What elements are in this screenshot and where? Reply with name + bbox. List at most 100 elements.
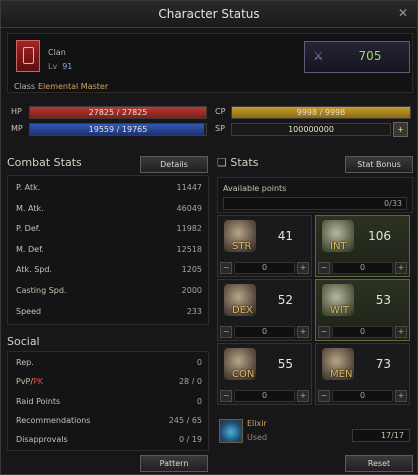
available-points-label: Available points [223,184,287,193]
combat-stat-value: 233 [186,306,202,316]
stat-extra-value: 0 [332,390,393,402]
social-label: PvP/PK [16,377,44,387]
combat-stat-label: Casting Spd. [16,286,67,295]
cp-label: CP [215,107,226,116]
social-label: Recommendations [16,415,91,425]
pattern-button[interactable]: Pattern [140,455,208,472]
stat-card-str: STR 41 −0 + [217,215,312,277]
stat-extra-value: 0 [234,326,295,338]
stat-increase-button[interactable]: + [297,326,309,338]
stat-decrease-button[interactable]: − [220,262,232,274]
elixir-count: 17/17 [380,431,404,440]
combat-stat-row: Speed 233 [8,302,208,322]
hp-label: HP [11,107,22,116]
stat-increase-button[interactable]: + [395,390,407,402]
stat-decrease-button[interactable]: − [318,326,330,338]
stat-card-wit: WIT 53 −0 + [315,279,410,341]
elixir-name: Elixir [247,419,267,428]
stat-extra-value: 0 [234,262,295,274]
details-button[interactable]: Details [140,156,208,173]
combat-stat-value: 12518 [176,244,202,254]
social-row: Raid Points 0 [8,392,208,412]
stat-increase-button[interactable]: + [395,326,407,338]
available-points-value: 0/33 [384,199,402,208]
social-title: Social [7,335,40,348]
level-value: 91 [62,62,73,71]
sp-bar: 100000000 [231,123,391,136]
sp-add-button[interactable]: + [393,122,408,137]
stat-card-con: CON 55 −0 + [217,343,312,405]
title-bar[interactable]: Character Status ✕ [1,1,417,28]
social-label: Rep. [16,358,34,367]
stat-extra-value: 0 [332,326,393,338]
social-value: 245 / 65 [168,415,202,425]
close-icon[interactable]: ✕ [398,6,408,20]
combat-stat-row: P. Def. 11982 [8,219,208,239]
stat-value: 73 [375,357,391,371]
stat-name: CON [232,369,255,380]
stat-bonus-button[interactable]: Stat Bonus [345,156,413,173]
stat-card-men: MEN 73 −0 + [315,343,410,405]
sp-text: 100000000 [288,125,334,134]
combat-stat-row: P. Atk. 11447 [8,178,208,198]
class-value: Elemental Master [38,82,109,91]
social-value: 0 / 19 [178,435,202,445]
social-value: 0 [196,396,202,406]
stat-controls: −0 + [318,326,407,338]
stat-value: 41 [277,229,293,243]
stat-decrease-button[interactable]: − [318,390,330,402]
stat-decrease-button[interactable]: − [220,326,232,338]
stat-card-int: INT 106 −0 + [315,215,410,277]
combat-stat-value: 11982 [176,224,202,234]
stat-name: INT [330,241,347,252]
stat-increase-button[interactable]: + [297,390,309,402]
social-value: 0 [196,358,202,367]
stat-value: 52 [277,293,293,307]
stat-name: STR [232,241,252,252]
combat-stat-value: 11447 [176,183,202,192]
social-label: Disapprovals [16,435,68,445]
stat-extra-value: 0 [234,390,295,402]
sp-label: SP [215,124,225,133]
stat-name: WIT [330,305,349,316]
stat-extra-value: 0 [332,262,393,274]
stat-increase-button[interactable]: + [395,262,407,274]
sword-emblem-icon: ⚔ [313,49,324,63]
stat-decrease-button[interactable]: − [220,390,232,402]
combat-power-value: 705 [358,49,382,63]
combat-stat-row: M. Atk. 46049 [8,199,208,219]
mp-bar: 19559 / 19765 [29,123,207,136]
social-label: Raid Points [16,396,61,406]
stats-title-text: Stats [230,156,259,169]
stat-controls: −0 + [220,326,309,338]
potion-icon [219,419,243,443]
combat-stat-label: P. Def. [16,224,41,234]
stat-value: 106 [368,229,391,243]
stat-controls: −0 + [318,262,407,274]
stat-controls: −0 + [318,390,407,402]
hp-bar: 27825 / 27825 [29,106,207,119]
stat-value: 55 [277,357,293,371]
reset-button[interactable]: Reset [345,455,413,472]
stat-value: 53 [375,293,391,307]
pk-label: PK [33,377,44,387]
social-row: Disapprovals 0 / 19 [8,430,208,450]
combat-stat-label: M. Def. [16,244,44,254]
window-title: Character Status [158,7,260,21]
mp-label: MP [11,124,23,133]
combat-stat-value: 1205 [181,265,202,275]
stat-name: MEN [330,369,353,380]
stat-increase-button[interactable]: + [297,262,309,274]
class-label: Class [14,82,36,91]
stat-controls: −0 + [220,262,309,274]
combat-power-box: ⚔ 705 [304,41,410,73]
stat-decrease-button[interactable]: − [318,262,330,274]
combat-stat-row: M. Def. 12518 [8,240,208,260]
combat-stat-label: Atk. Spd. [16,265,52,275]
combat-stat-label: Speed [16,306,42,316]
social-value: 28 / 0 [178,377,202,387]
social-row: Recommendations 245 / 65 [8,411,208,431]
stats-title: ❑ Stats [217,156,258,169]
clan-label: Clan [48,48,66,57]
elixir-count-box: 17/17 [352,429,410,442]
